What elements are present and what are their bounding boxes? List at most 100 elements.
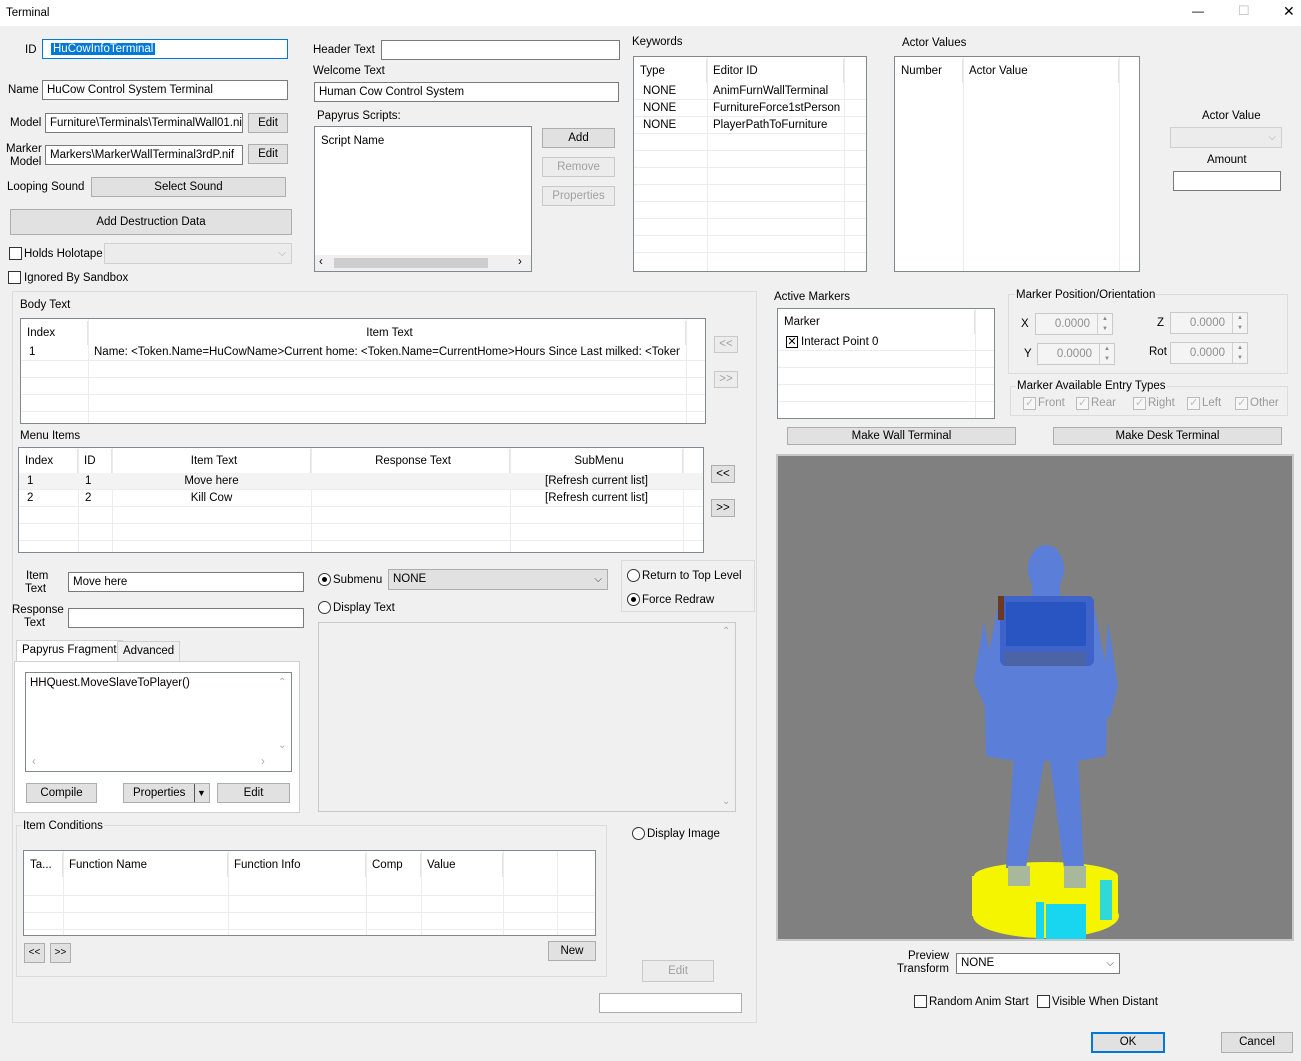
chevron-down-icon: ⌵ bbox=[1106, 958, 1114, 969]
return-top-level-label: Return to Top Level bbox=[642, 570, 742, 582]
amount-field[interactable] bbox=[1173, 171, 1281, 191]
menu-col-item-text[interactable]: Item Text bbox=[112, 449, 311, 473]
keywords-list[interactable]: Type Editor ID NONE AnimFurnWallTerminal … bbox=[633, 56, 867, 272]
cond-col-function-info[interactable]: Function Info bbox=[228, 853, 366, 877]
fragment-code-area[interactable]: HHQuest.MoveSlaveToPlayer() ⌃ ⌄ ‹ › bbox=[25, 672, 292, 772]
scroll-up-icon[interactable]: ⌃ bbox=[278, 676, 286, 689]
preview-transform-select[interactable]: NONE ⌵ bbox=[956, 953, 1120, 974]
keywords-col-type[interactable]: Type bbox=[634, 59, 707, 83]
cond-col-target[interactable]: Ta... bbox=[24, 853, 63, 877]
cancel-button[interactable]: Cancel bbox=[1221, 1032, 1293, 1053]
ignored-by-sandbox-checkbox[interactable] bbox=[8, 271, 21, 284]
menu-col-id[interactable]: ID bbox=[78, 449, 112, 473]
menu-item-row[interactable]: 2 2 Kill Cow [Refresh current list] bbox=[19, 490, 703, 507]
header-text-field[interactable] bbox=[381, 40, 620, 60]
menu-move-up-button[interactable]: << bbox=[711, 465, 735, 483]
select-sound-button[interactable]: Select Sound bbox=[91, 177, 286, 197]
body-text-list[interactable]: Index Item Text 1 Name: <Token.Name=HuCow… bbox=[20, 318, 706, 424]
display-image-radio[interactable] bbox=[632, 827, 645, 840]
scroll-down-icon[interactable]: ⌄ bbox=[278, 739, 286, 752]
conditions-new-button[interactable]: New bbox=[548, 941, 596, 961]
scroll-left-icon[interactable]: ‹ bbox=[319, 256, 323, 269]
actor-values-list[interactable]: Number Actor Value bbox=[894, 56, 1140, 272]
amount-label: Amount bbox=[1207, 154, 1247, 166]
menu-items-list[interactable]: Index ID Item Text Response Text SubMenu… bbox=[18, 447, 704, 553]
ok-button[interactable]: OK bbox=[1091, 1032, 1165, 1053]
minimize-icon[interactable]: — bbox=[1192, 5, 1204, 18]
force-redraw-radio[interactable] bbox=[627, 593, 640, 606]
keyword-row[interactable]: NONE PlayerPathToFurniture bbox=[634, 117, 866, 134]
markers-col-marker[interactable]: Marker bbox=[778, 310, 975, 334]
scroll-right-icon[interactable]: › bbox=[518, 256, 522, 269]
submenu-radio[interactable] bbox=[318, 573, 331, 586]
spin-down-icon: ▼ bbox=[1099, 354, 1114, 364]
visible-when-distant-checkbox[interactable] bbox=[1037, 995, 1050, 1008]
name-label: Name bbox=[8, 84, 39, 96]
preview-viewport[interactable] bbox=[776, 454, 1294, 941]
make-desk-terminal-button[interactable]: Make Desk Terminal bbox=[1053, 427, 1282, 445]
fragment-properties-button[interactable]: Properties ▼ bbox=[123, 783, 210, 803]
horizontal-scrollbar[interactable]: ‹ › bbox=[315, 255, 531, 271]
script-properties-button: Properties bbox=[542, 186, 615, 206]
scroll-thumb[interactable] bbox=[334, 258, 488, 268]
cond-col-comp[interactable]: Comp bbox=[366, 853, 421, 877]
id-field[interactable]: HuCowInfoTerminal bbox=[42, 39, 288, 59]
holds-holotape-checkbox[interactable] bbox=[9, 247, 22, 260]
conditions-next-button[interactable]: >> bbox=[50, 943, 71, 963]
force-redraw-label: Force Redraw bbox=[642, 594, 715, 606]
display-text-radio[interactable] bbox=[318, 601, 331, 614]
close-icon[interactable]: ✕ bbox=[1283, 4, 1295, 18]
cond-col-function-name[interactable]: Function Name bbox=[63, 853, 228, 877]
spin-down-icon: ▼ bbox=[1097, 324, 1112, 334]
keyword-row[interactable]: NONE FurnitureForce1stPerson bbox=[634, 100, 866, 117]
keyword-row[interactable]: NONE AnimFurnWallTerminal bbox=[634, 83, 866, 100]
body-col-item-text[interactable]: Item Text bbox=[88, 321, 686, 345]
submenu-select[interactable]: NONE ⌵ bbox=[388, 569, 608, 590]
actor-values-col-number[interactable]: Number bbox=[895, 59, 963, 83]
random-anim-start-checkbox[interactable] bbox=[914, 995, 927, 1008]
marker-model-field[interactable]: Markers\MarkerWallTerminal3rdP.nif bbox=[45, 145, 243, 165]
spin-up-icon: ▲ bbox=[1232, 343, 1247, 353]
marker-model-edit-button[interactable]: Edit bbox=[248, 144, 288, 164]
dropdown-arrow-icon[interactable]: ▼ bbox=[194, 784, 208, 802]
papyrus-scripts-list[interactable]: Script Name ‹ › bbox=[314, 126, 532, 272]
menu-move-down-button[interactable]: >> bbox=[711, 499, 735, 517]
add-script-button[interactable]: Add bbox=[542, 128, 615, 148]
response-text-field[interactable] bbox=[68, 608, 304, 628]
menu-col-response-text[interactable]: Response Text bbox=[311, 449, 510, 473]
body-col-index[interactable]: Index bbox=[21, 321, 88, 345]
actor-values-col-actor-value[interactable]: Actor Value bbox=[963, 59, 1119, 83]
scroll-left-icon[interactable]: ‹ bbox=[32, 756, 36, 769]
item-conditions-list[interactable]: Ta... Function Name Function Info Comp V… bbox=[23, 850, 596, 936]
conditions-prev-button[interactable]: << bbox=[24, 943, 45, 963]
tab-papyrus-fragment[interactable]: Papyrus Fragment bbox=[16, 640, 123, 662]
title-bar: Terminal — ☐ ✕ bbox=[0, 0, 1301, 26]
menu-col-submenu[interactable]: SubMenu bbox=[510, 449, 683, 473]
scroll-right-icon[interactable]: › bbox=[261, 756, 265, 769]
compile-button[interactable]: Compile bbox=[26, 783, 97, 803]
name-field[interactable]: HuCow Control System Terminal bbox=[42, 80, 288, 100]
body-text-row[interactable]: 1 Name: <Token.Name=HuCowName>Current hom… bbox=[21, 344, 705, 361]
cond-col-value[interactable]: Value bbox=[421, 853, 503, 877]
tab-advanced[interactable]: Advanced bbox=[117, 641, 181, 661]
marker-row[interactable]: ✕ Interact Point 0 bbox=[778, 334, 994, 351]
menu-item-row[interactable]: 1 1 Move here [Refresh current list] bbox=[19, 473, 703, 490]
model-edit-button[interactable]: Edit bbox=[248, 113, 288, 133]
spin-up-icon: ▲ bbox=[1232, 313, 1247, 323]
model-field[interactable]: Furniture\Terminals\TerminalWall01.nif bbox=[45, 113, 243, 133]
make-wall-terminal-button[interactable]: Make Wall Terminal bbox=[787, 427, 1016, 445]
image-path-field bbox=[599, 993, 742, 1013]
looping-sound-label: Looping Sound bbox=[7, 181, 85, 193]
item-text-field[interactable]: Move here bbox=[68, 572, 304, 592]
return-top-level-radio[interactable] bbox=[627, 569, 640, 582]
keywords-col-editor-id[interactable]: Editor ID bbox=[707, 59, 844, 83]
menu-col-index[interactable]: Index bbox=[19, 449, 78, 473]
fragment-edit-button[interactable]: Edit bbox=[217, 783, 290, 803]
remove-script-button: Remove bbox=[542, 157, 615, 177]
add-destruction-data-button[interactable]: Add Destruction Data bbox=[10, 209, 292, 235]
welcome-text-field[interactable]: Human Cow Control System bbox=[314, 82, 619, 102]
z-label: Z bbox=[1157, 317, 1165, 329]
active-markers-list[interactable]: Marker ✕ Interact Point 0 bbox=[777, 308, 995, 419]
header-text-label: Header Text bbox=[313, 44, 375, 56]
display-text-label: Display Text bbox=[333, 602, 395, 614]
